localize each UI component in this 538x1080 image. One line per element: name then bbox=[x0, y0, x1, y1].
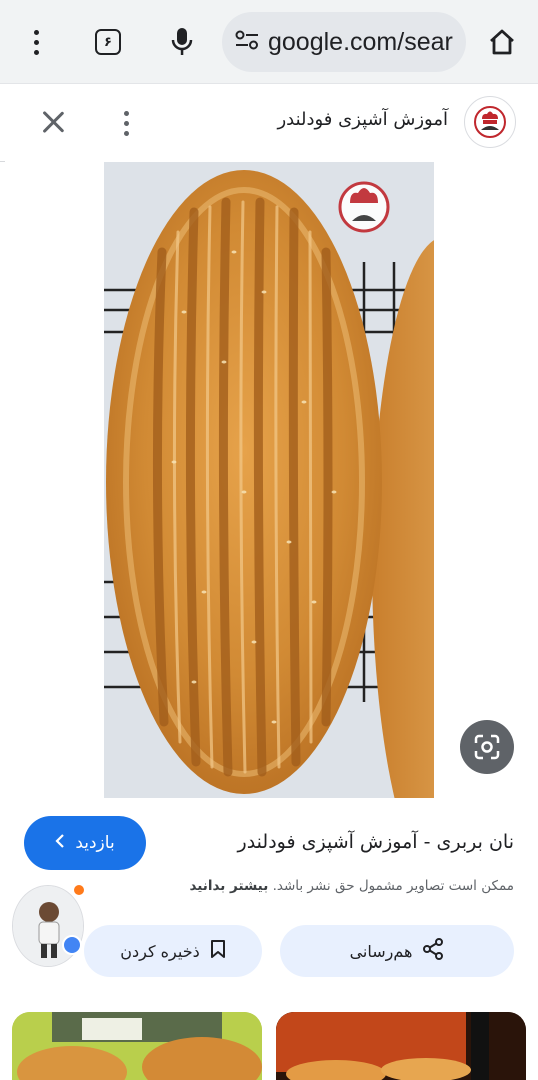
copyright-notice: ممکن است تصاویر مشمول حق نشر باشد. بیشتر… bbox=[189, 878, 514, 894]
related-image-thumbnail[interactable] bbox=[12, 1012, 262, 1080]
related-image-thumbnail[interactable] bbox=[276, 1012, 526, 1080]
barbari-bread-photo bbox=[104, 162, 434, 798]
google-lens-icon[interactable] bbox=[460, 720, 514, 774]
bookmark-icon bbox=[210, 939, 226, 963]
source-site-name[interactable]: آموزش آشپزی فودلندر bbox=[277, 109, 448, 130]
share-icon bbox=[422, 938, 444, 964]
microphone-icon[interactable] bbox=[160, 20, 204, 64]
result-title[interactable]: نان بربری - آموزش آشپزی فودلندر bbox=[238, 831, 514, 853]
notification-dot bbox=[74, 885, 84, 895]
image-preview[interactable] bbox=[0, 162, 538, 798]
save-button[interactable]: ذخیره کردن bbox=[84, 925, 262, 977]
menu-kebab-icon[interactable] bbox=[14, 20, 58, 64]
site-settings-icon[interactable] bbox=[234, 29, 260, 55]
visit-button[interactable]: بازدید bbox=[24, 816, 146, 870]
learn-more-link[interactable]: بیشتر بدانید bbox=[189, 878, 268, 894]
chat-badge-icon bbox=[62, 935, 82, 955]
address-bar[interactable]: google.com/sear bbox=[222, 12, 466, 72]
chevron-left-icon bbox=[55, 833, 65, 853]
visit-label: بازدید bbox=[75, 833, 115, 853]
share-label: هم‌رسانی bbox=[349, 941, 413, 961]
close-icon[interactable] bbox=[30, 99, 76, 145]
save-label: ذخیره کردن bbox=[120, 941, 200, 961]
browser-toolbar: ۶ google.com/sear bbox=[0, 0, 538, 84]
result-card: بازدید نان بربری - آموزش آشپزی فودلندر م… bbox=[0, 798, 538, 1080]
home-icon[interactable] bbox=[480, 20, 524, 64]
url-text: google.com/sear bbox=[268, 27, 453, 56]
copyright-text: ممکن است تصاویر مشمول حق نشر باشد. bbox=[272, 878, 514, 894]
share-button[interactable]: هم‌رسانی bbox=[280, 925, 514, 977]
site-logo-icon bbox=[464, 96, 516, 148]
image-panel-header: آموزش آشپزی فودلندر bbox=[0, 85, 538, 161]
tab-switcher-icon[interactable]: ۶ bbox=[86, 20, 130, 64]
tab-count: ۶ bbox=[95, 29, 121, 55]
more-options-icon[interactable] bbox=[104, 101, 148, 145]
